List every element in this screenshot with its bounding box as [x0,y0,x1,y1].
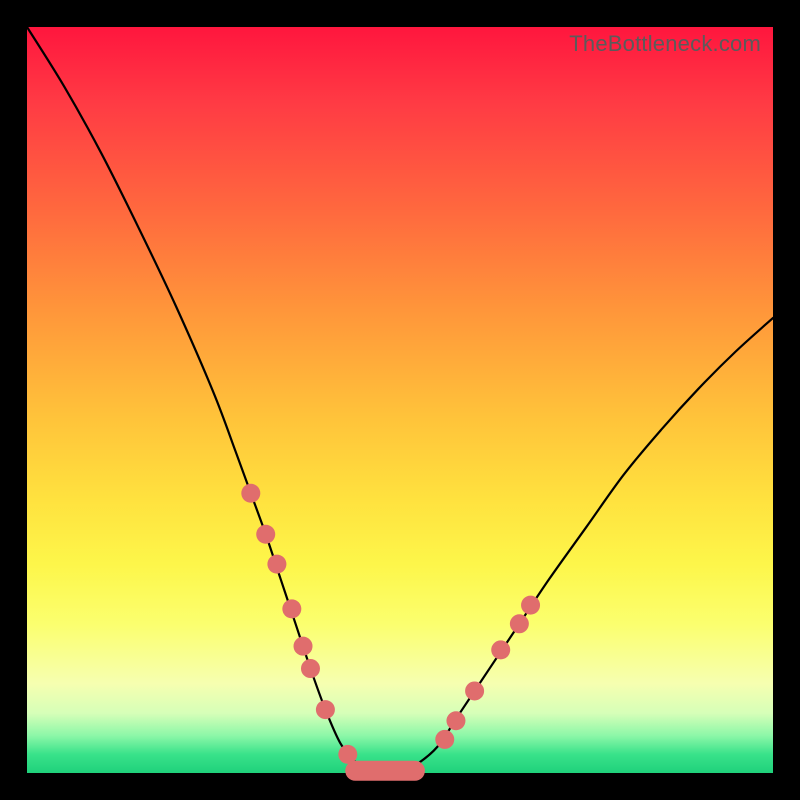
curve-marker [446,711,465,730]
curve-marker [510,614,529,633]
curve-marker [316,700,335,719]
curve-marker [301,659,320,678]
bottleneck-curve [27,27,773,773]
chart-frame: TheBottleneck.com [0,0,800,800]
curve-layer [27,27,773,773]
curve-marker [282,599,301,618]
curve-marker [465,681,484,700]
valley-pill [345,761,425,781]
curve-marker [241,484,260,503]
curve-marker [267,555,286,574]
plot-area: TheBottleneck.com [27,27,773,773]
marker-group [241,484,540,781]
curve-marker [521,596,540,615]
curve-marker [338,745,357,764]
curve-marker [256,525,275,544]
curve-marker [294,637,313,656]
curve-marker [435,730,454,749]
curve-marker [491,640,510,659]
